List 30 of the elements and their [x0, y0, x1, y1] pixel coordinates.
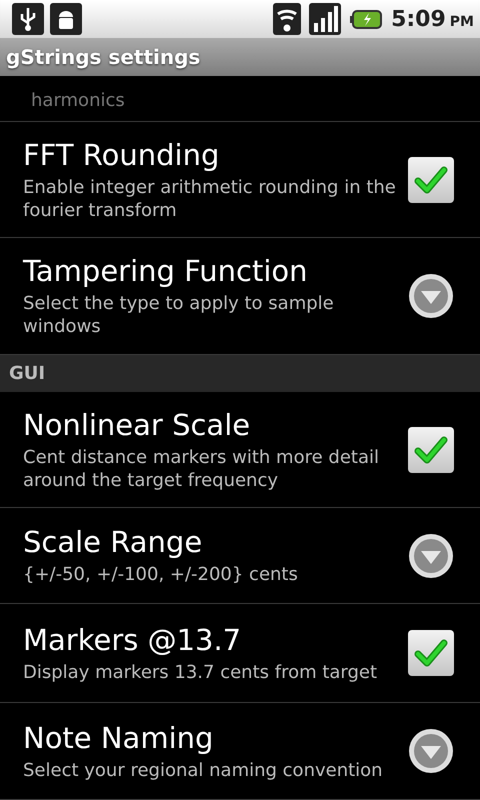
- setting-summary: Select the type to apply to sample windows: [23, 292, 335, 338]
- setting-title: Tampering Function: [23, 254, 309, 288]
- setting-summary: Select your regional naming convention: [23, 758, 384, 782]
- signal-icon: [309, 3, 342, 35]
- checkbox[interactable]: [408, 156, 454, 202]
- dropdown-icon[interactable]: [408, 728, 454, 774]
- setting-summary: Display markers 13.7 cents from target: [23, 660, 378, 684]
- wifi-icon: [271, 3, 304, 35]
- dropdown-icon[interactable]: [408, 532, 454, 578]
- setting-summary: {+/-50, +/-100, +/-200} cents: [23, 563, 299, 586]
- usb-icon: [12, 3, 44, 35]
- setting-title: FFT Rounding: [23, 138, 220, 172]
- clock: 5:09 PM: [391, 6, 474, 32]
- setting-row[interactable]: Markers @13.7 Display markers 13.7 cents from target: [0, 604, 480, 703]
- screen-title: gStrings settings: [6, 45, 200, 69]
- setting-title: Scale Range: [23, 525, 204, 559]
- setting-row[interactable]: FFT Rounding Enable integer arithmetic rounding in the fourier transform: [0, 122, 480, 238]
- setting-title: Markers @13.7: [23, 622, 242, 656]
- setting-summary: Cent distance markers with more detail around the target frequency: [23, 446, 380, 492]
- setting-row[interactable]: Nonlinear Scale Cent distance markers with more detail around the target frequency: [0, 392, 480, 508]
- checkbox[interactable]: [408, 630, 454, 676]
- setting-title: Nonlinear Scale: [23, 408, 252, 442]
- setting-row[interactable]: Scale Range {+/-50, +/-100, +/-200} cents: [0, 508, 480, 604]
- setting-title: Note Naming: [23, 720, 214, 754]
- section-title: GUI: [9, 363, 46, 384]
- setting-summary: harmonics: [31, 90, 125, 111]
- checkbox[interactable]: [408, 426, 454, 472]
- setting-summary: Enable integer arithmetic rounding in the fourier transform: [23, 176, 397, 222]
- dropdown-icon[interactable]: [408, 273, 454, 319]
- setting-row[interactable]: Note Naming Select your regional naming convention: [0, 703, 480, 800]
